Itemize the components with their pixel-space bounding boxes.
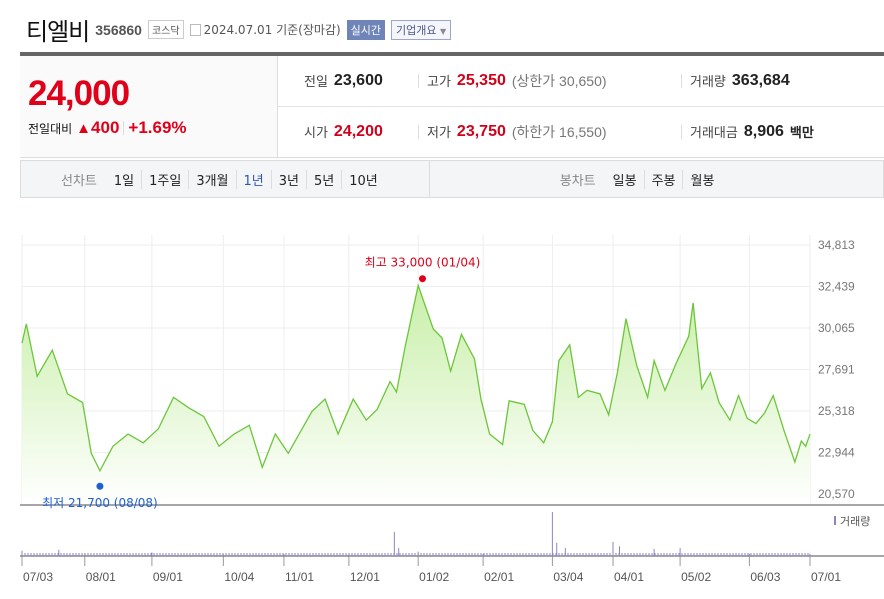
x-tick-label: 04/01: [614, 570, 644, 584]
y-tick-label: 22,944: [818, 446, 855, 460]
price-chart: 34,813 32,439 30,065 27,691 25,318 22,944 20,5…: [20, 235, 884, 584]
x-tick-label: 05/02: [681, 570, 711, 584]
y-tick-label: 30,065: [818, 321, 855, 335]
volume-legend-swatch: [834, 516, 836, 525]
high-marker: [418, 275, 426, 283]
y-tick-label: 20,570: [818, 487, 855, 501]
x-tick-label: 12/01: [350, 570, 380, 584]
x-tick-label: 07/03: [23, 570, 53, 584]
y-tick-label: 34,813: [818, 238, 855, 252]
volume-legend-label: 거래량: [840, 515, 870, 528]
low-label: 최저 21,700 (08/08): [42, 496, 158, 510]
price-area: [22, 285, 810, 504]
x-tick-label: 08/01: [86, 570, 116, 584]
x-tick-label: 06/03: [750, 570, 780, 584]
x-tick-label: 03/04: [553, 570, 583, 584]
x-tick-label: 10/04: [224, 570, 254, 584]
y-tick-label: 27,691: [818, 363, 855, 377]
y-tick-label: 32,439: [818, 280, 855, 294]
x-tick-label: 01/02: [419, 570, 449, 584]
low-marker: [96, 482, 104, 490]
x-tick-label: 07/01: [811, 570, 841, 584]
y-tick-label: 25,318: [818, 404, 855, 418]
x-tick-label: 09/01: [153, 570, 183, 584]
high-label: 최고 33,000 (01/04): [365, 256, 481, 270]
x-tick-label: 11/01: [285, 570, 314, 584]
x-tick-label: 02/01: [484, 570, 514, 584]
